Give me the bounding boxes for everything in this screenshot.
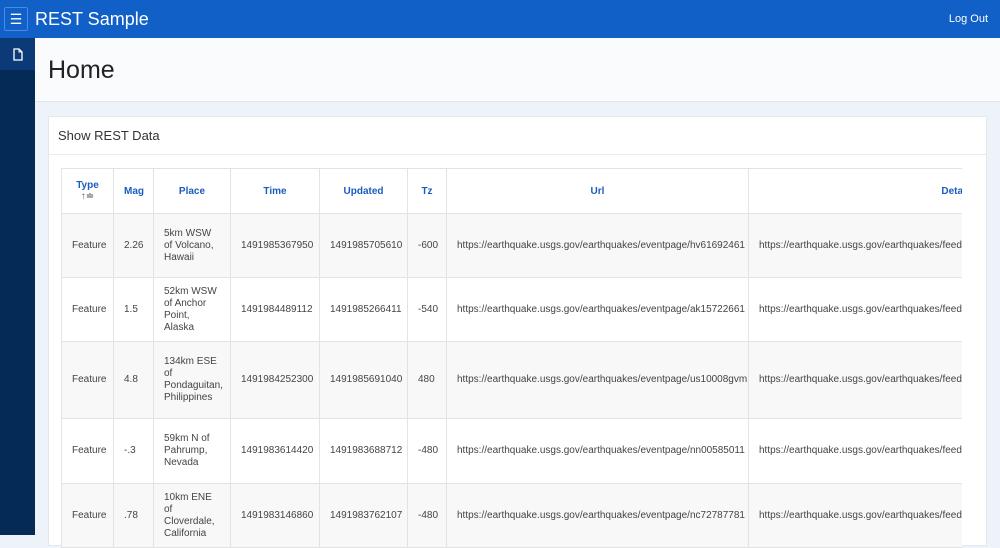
cell-detail: https://earthquake.usgs.gov/earthquakes/…	[748, 213, 962, 278]
cell-updated: 1491985266411	[319, 277, 408, 342]
column-header-label: Type	[76, 180, 99, 191]
cell-url: https://earthquake.usgs.gov/earthquakes/…	[446, 213, 749, 278]
cell-tz: -480	[407, 483, 447, 548]
cell-time: 1491983614420	[230, 418, 320, 484]
cell-mag: .78	[113, 483, 154, 548]
table-row[interactable]: Feature -.3 59km N of Pahrump, Nevada 14919…	[61, 418, 962, 484]
column-header-updated[interactable]: Updated	[319, 168, 408, 214]
page-header: Home	[35, 38, 1000, 102]
cell-mag: 4.8	[113, 341, 154, 419]
cell-place: 52km WSW of Anchor Point, Alaska	[153, 277, 231, 342]
cell-updated: 1491985691040	[319, 341, 408, 419]
column-header-label: Tz	[421, 185, 433, 197]
cell-place: 10km ENE of Cloverdale, California	[153, 483, 231, 548]
cell-time: 1491985367950	[230, 213, 320, 278]
sidebar-item-home[interactable]	[0, 38, 35, 70]
cell-time: 1491984489112	[230, 277, 320, 342]
table-row[interactable]: Feature 2.26 5km WSW of Volcano, Hawaii 149…	[61, 213, 962, 278]
cell-updated: 1491983688712	[319, 418, 408, 484]
sidebar	[0, 38, 35, 535]
cell-type: Feature	[61, 483, 114, 548]
top-header: ☰ REST Sample Log Out	[0, 0, 1000, 38]
column-header-label: Updated	[343, 185, 384, 197]
cell-detail: https://earthquake.usgs.gov/earthquakes/…	[748, 418, 962, 484]
cell-type: Feature	[61, 277, 114, 342]
cell-updated: 1491985705610	[319, 213, 408, 278]
cell-tz: 480	[407, 341, 447, 419]
app-title: REST Sample	[35, 9, 149, 29]
cell-url: https://earthquake.usgs.gov/earthquakes/…	[446, 418, 749, 484]
column-header-label: Detail	[941, 185, 962, 197]
cell-time: 1491984252300	[230, 341, 320, 419]
table-row[interactable]: Feature 4.8 134km ESE of Pondaguitan, Phil…	[61, 341, 962, 419]
cell-type: Feature	[61, 341, 114, 419]
sort-ascending-icon[interactable]: ↑≐	[72, 191, 103, 202]
table-row[interactable]: Feature 1.5 52km WSW of Anchor Point, Alas…	[61, 277, 962, 342]
cell-tz: -540	[407, 277, 447, 342]
cell-type: Feature	[61, 213, 114, 278]
cell-detail: https://earthquake.usgs.gov/earthquakes/…	[748, 277, 962, 342]
cell-detail: https://earthquake.usgs.gov/earthquakes/…	[748, 341, 962, 419]
page-title: Home	[48, 56, 115, 84]
cell-time: 1491983146860	[230, 483, 320, 548]
column-header-label: Place	[178, 185, 206, 197]
column-header-place[interactable]: Place	[153, 168, 231, 214]
cell-place: 59km N of Pahrump, Nevada	[153, 418, 231, 484]
cell-mag: -.3	[113, 418, 154, 484]
cell-url: https://earthquake.usgs.gov/earthquakes/…	[446, 277, 749, 342]
cell-url: https://earthquake.usgs.gov/earthquakes/…	[446, 341, 749, 419]
column-header-label: Time	[263, 185, 287, 197]
card-title: Show REST Data	[49, 117, 986, 155]
cell-type: Feature	[61, 418, 114, 484]
cell-updated: 1491983762107	[319, 483, 408, 548]
rest-data-card: Show REST Data Type ↑≐ Mag Place Time Updated…	[48, 116, 987, 548]
cell-tz: -600	[407, 213, 447, 278]
cell-mag: 1.5	[113, 277, 154, 342]
cell-mag: 2.26	[113, 213, 154, 278]
column-header-label: Mag	[124, 185, 144, 197]
column-header-detail[interactable]: Detail	[748, 168, 962, 214]
column-header-type[interactable]: Type ↑≐	[61, 168, 114, 214]
column-header-label: Url	[590, 185, 605, 197]
column-header-mag[interactable]: Mag	[113, 168, 154, 214]
column-header-url[interactable]: Url	[446, 168, 749, 214]
cell-url: https://earthquake.usgs.gov/earthquakes/…	[446, 483, 749, 548]
column-header-tz[interactable]: Tz	[407, 168, 447, 214]
table-row[interactable]: Feature .78 10km ENE of Cloverdale, Califo…	[61, 483, 962, 548]
document-icon	[12, 47, 23, 61]
cell-tz: -480	[407, 418, 447, 484]
table-scroll-region[interactable]: Type↑≐ Mag Place Time Updated Tz Url Detail Fea…	[61, 168, 962, 548]
cell-place: 5km WSW of Volcano, Hawaii	[153, 213, 231, 278]
cell-place: 134km ESE of Pondaguitan, Philippines	[153, 341, 231, 419]
hamburger-icon[interactable]: ☰	[4, 7, 28, 31]
logout-link[interactable]: Log Out	[949, 13, 988, 25]
cell-detail: https://earthquake.usgs.gov/earthquakes/…	[748, 483, 962, 548]
earthquake-table: Type↑≐ Mag Place Time Updated Tz Url Detail Fea…	[61, 168, 962, 548]
column-header-time[interactable]: Time	[230, 168, 320, 214]
